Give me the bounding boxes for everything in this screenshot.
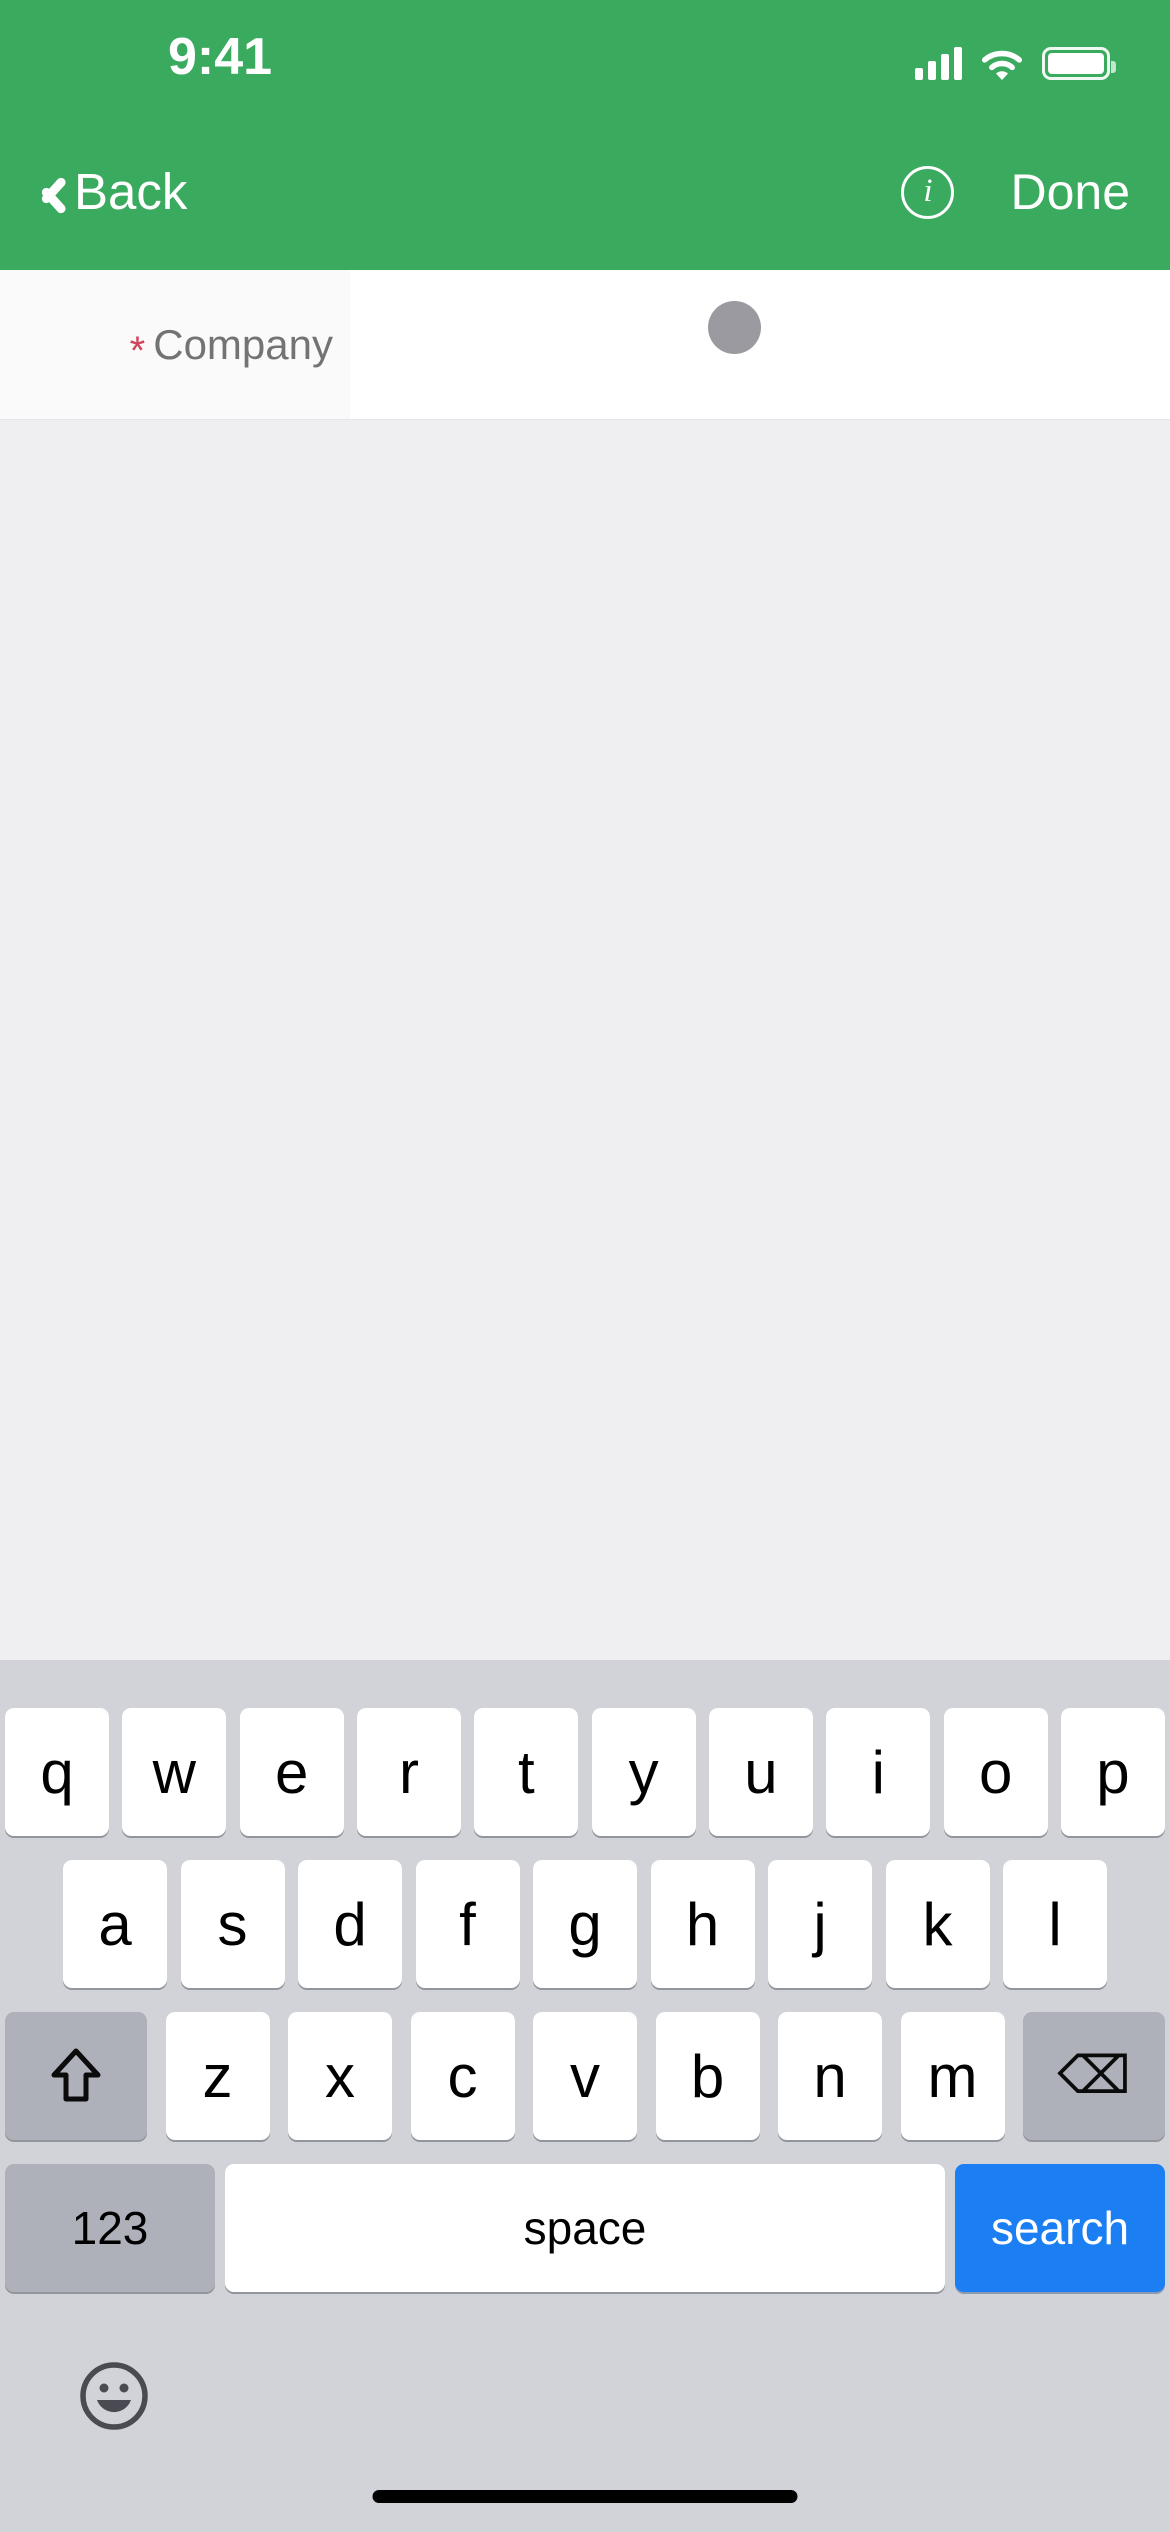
key-x[interactable]: x	[288, 2012, 392, 2140]
content-area	[0, 420, 1170, 1660]
key-s[interactable]: s	[180, 1860, 285, 1988]
keyboard-row-3: z x c v b n m ⌫	[0, 2012, 1170, 2140]
shift-key[interactable]	[5, 2012, 147, 2140]
key-q[interactable]: q	[5, 1708, 109, 1836]
key-m[interactable]: m	[900, 2012, 1005, 2140]
space-key[interactable]: space	[225, 2164, 945, 2292]
key-r[interactable]: r	[356, 1708, 461, 1836]
key-v[interactable]: v	[533, 2012, 637, 2140]
done-button[interactable]: Done	[1000, 166, 1140, 218]
back-button-label: Back	[74, 163, 188, 220]
chevron-left-icon	[34, 166, 64, 218]
info-circle-icon[interactable]: i	[901, 165, 955, 219]
key-z[interactable]: z	[165, 2012, 270, 2140]
key-g[interactable]: g	[533, 1860, 637, 1988]
navigation-bar: Back i Done	[0, 115, 1170, 270]
key-a[interactable]: a	[63, 1860, 167, 1988]
info-glyph: i	[923, 172, 933, 209]
backspace-delete-icon[interactable]: ⌫	[1023, 2012, 1165, 2140]
form-row-company: * Company	[0, 270, 1170, 420]
key-j[interactable]: j	[768, 1860, 872, 1988]
cellular-signal-icon	[915, 46, 962, 80]
status-bar-indicators	[915, 46, 1116, 80]
key-l[interactable]: l	[1003, 1860, 1107, 1988]
key-h[interactable]: h	[650, 1860, 755, 1988]
form-label-cell: * Company	[0, 270, 350, 420]
search-return-key[interactable]: search	[955, 2164, 1165, 2292]
form-label-company: Company	[153, 320, 333, 368]
wifi-icon	[980, 46, 1024, 80]
status-bar-time: 9:41	[167, 28, 273, 86]
key-c[interactable]: c	[410, 2012, 515, 2140]
keyboard-row-1: q w e r t y u i o p	[0, 1708, 1170, 1836]
company-input-cell[interactable]	[350, 270, 1170, 420]
key-t[interactable]: t	[474, 1708, 579, 1836]
key-b[interactable]: b	[655, 2012, 760, 2140]
required-marker: *	[129, 328, 146, 373]
navigation-bar-actions: i Done	[901, 153, 1140, 231]
shift-arrow-icon	[48, 2046, 104, 2106]
key-d[interactable]: d	[298, 1860, 402, 1988]
back-button[interactable]: Back	[20, 153, 201, 231]
key-e[interactable]: e	[239, 1708, 344, 1836]
app-header: 9:41 Back i Done	[0, 0, 1170, 270]
iphone-screen: 9:41 Back i Done * Company q w e r t y u…	[0, 0, 1170, 2532]
home-indicator-bar	[372, 2490, 798, 2503]
key-i[interactable]: i	[826, 1708, 931, 1836]
key-u[interactable]: u	[708, 1708, 813, 1836]
emoji-smiley-icon[interactable]	[78, 2360, 150, 2432]
backspace-glyph: ⌫	[1057, 2047, 1131, 2105]
key-o[interactable]: o	[943, 1708, 1048, 1836]
key-n[interactable]: n	[778, 2012, 882, 2140]
keyboard-row-2: a s d f g h j k l	[0, 1860, 1170, 1988]
battery-full-icon	[1042, 47, 1116, 80]
key-y[interactable]: y	[591, 1708, 696, 1836]
key-k[interactable]: k	[885, 1860, 990, 1988]
key-f[interactable]: f	[415, 1860, 520, 1988]
loading-dot-icon	[708, 301, 761, 354]
software-keyboard: q w e r t y u i o p a s d f g h j k l z …	[0, 1660, 1170, 2532]
numeric-mode-key[interactable]: 123	[5, 2164, 215, 2292]
keyboard-row-4: 123 space search	[0, 2164, 1170, 2292]
key-w[interactable]: w	[122, 1708, 227, 1836]
key-p[interactable]: p	[1060, 1708, 1165, 1836]
status-bar: 9:41	[0, 0, 1170, 115]
